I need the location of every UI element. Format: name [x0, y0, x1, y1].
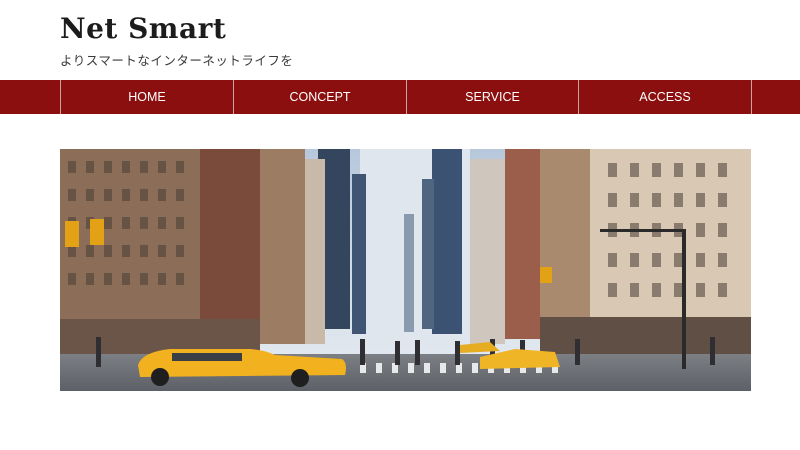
site-header: Net Smart よりスマートなインターネットライフを — [60, 12, 293, 69]
main-nav: HOME CONCEPT SERVICE ACCESS — [0, 80, 800, 114]
nav-home[interactable]: HOME — [60, 80, 233, 114]
site-logo[interactable]: Net Smart — [60, 12, 293, 46]
nav-divider — [751, 80, 752, 114]
hero-image — [60, 149, 751, 391]
city-street-photo — [60, 149, 751, 391]
site-tagline: よりスマートなインターネットライフを — [60, 53, 294, 68]
nav-concept[interactable]: CONCEPT — [233, 80, 406, 114]
nav-service[interactable]: SERVICE — [406, 80, 578, 114]
nav-access[interactable]: ACCESS — [578, 80, 751, 114]
